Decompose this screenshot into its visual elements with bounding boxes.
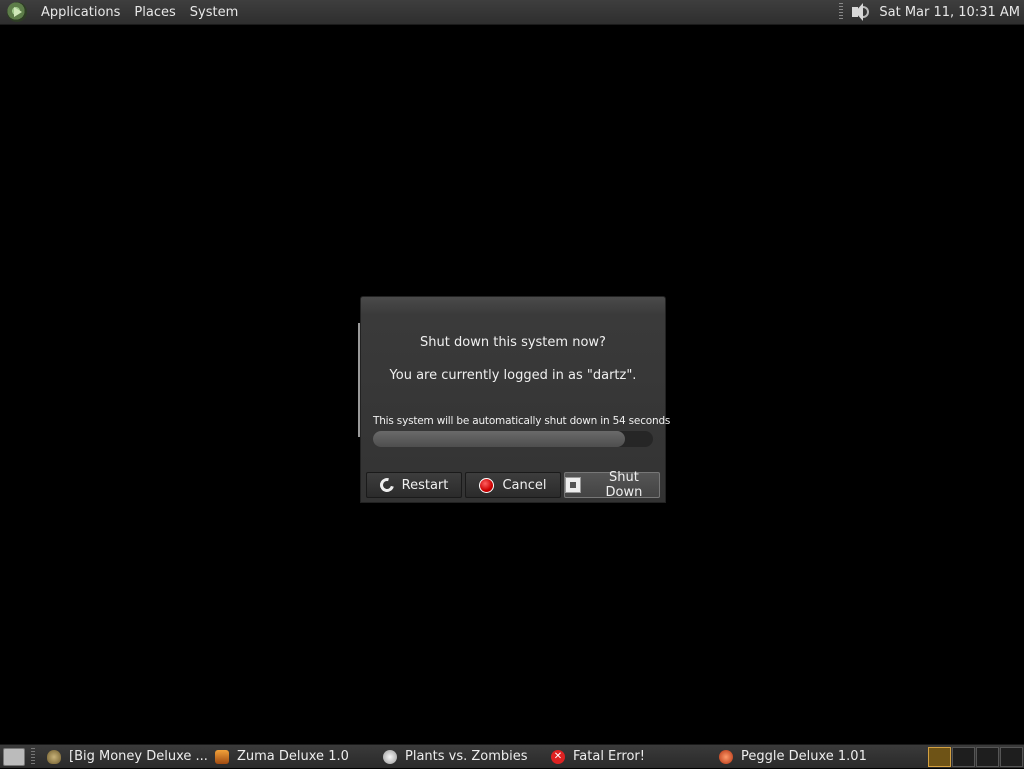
restart-label: Restart: [401, 477, 449, 493]
restart-button[interactable]: Restart: [366, 472, 462, 498]
top-panel: Applications Places System Sat Mar 11, 1…: [0, 0, 1024, 25]
countdown-progress-fill: [373, 431, 625, 447]
shutdown-button[interactable]: Shut Down: [564, 470, 660, 500]
dialog-subtitle: You are currently logged in as "dartz".: [389, 368, 637, 383]
menu-applications[interactable]: Applications: [34, 0, 127, 25]
task-pvz[interactable]: Plants vs. Zombies: [377, 745, 545, 769]
task-label: Peggle Deluxe 1.01: [741, 749, 867, 764]
menu-places[interactable]: Places: [127, 0, 182, 25]
workspace-4[interactable]: [1000, 746, 1023, 767]
task-big-money[interactable]: [Big Money Deluxe ...: [41, 745, 209, 769]
cancel-button[interactable]: Cancel: [465, 472, 561, 498]
workspace-3[interactable]: [976, 746, 999, 767]
workspace-switcher: [928, 745, 1024, 769]
peggle-icon: [719, 749, 733, 764]
cancel-icon: [479, 477, 495, 493]
volume-icon[interactable]: [849, 1, 871, 23]
shutdown-dialog: Shut down this system now? You are curre…: [358, 296, 670, 503]
dialog-title: Shut down this system now?: [420, 335, 606, 350]
cancel-label: Cancel: [502, 477, 547, 493]
zuma-icon: [215, 749, 229, 764]
taskbar-grip[interactable]: [31, 747, 35, 766]
clock[interactable]: Sat Mar 11, 10:31 AM: [879, 5, 1024, 20]
task-label: Zuma Deluxe 1.0: [237, 749, 349, 764]
task-label: [Big Money Deluxe ...: [69, 749, 208, 764]
workspace-1[interactable]: [928, 746, 951, 767]
task-peggle[interactable]: Peggle Deluxe 1.01: [713, 745, 881, 769]
shutdown-label: Shut Down: [605, 470, 643, 500]
distro-logo-icon[interactable]: [7, 2, 27, 22]
task-label: Plants vs. Zombies: [405, 749, 528, 764]
countdown-text: This system will be automatically shut d…: [373, 415, 671, 427]
pvz-icon: [383, 749, 397, 764]
task-fatal-error[interactable]: ✕ Fatal Error!: [545, 745, 713, 769]
restart-icon: [377, 475, 397, 495]
panel-grip[interactable]: [839, 3, 844, 21]
dialog-button-row: Restart Cancel Shut Down: [366, 470, 660, 500]
countdown-progress-bar: [373, 431, 653, 447]
dialog-edge: [358, 323, 360, 437]
menu-system[interactable]: System: [183, 0, 245, 25]
error-icon: ✕: [551, 749, 565, 764]
money-bag-icon: [47, 749, 61, 764]
task-zuma[interactable]: Zuma Deluxe 1.0: [209, 745, 377, 769]
show-desktop-icon[interactable]: [3, 747, 25, 766]
bottom-panel: [Big Money Deluxe ... Zuma Deluxe 1.0 Pl…: [0, 744, 1024, 768]
task-label: Fatal Error!: [573, 749, 645, 764]
shutdown-icon: [565, 477, 581, 493]
panel-tray: Sat Mar 11, 10:31 AM: [839, 0, 1024, 25]
workspace-2[interactable]: [952, 746, 975, 767]
